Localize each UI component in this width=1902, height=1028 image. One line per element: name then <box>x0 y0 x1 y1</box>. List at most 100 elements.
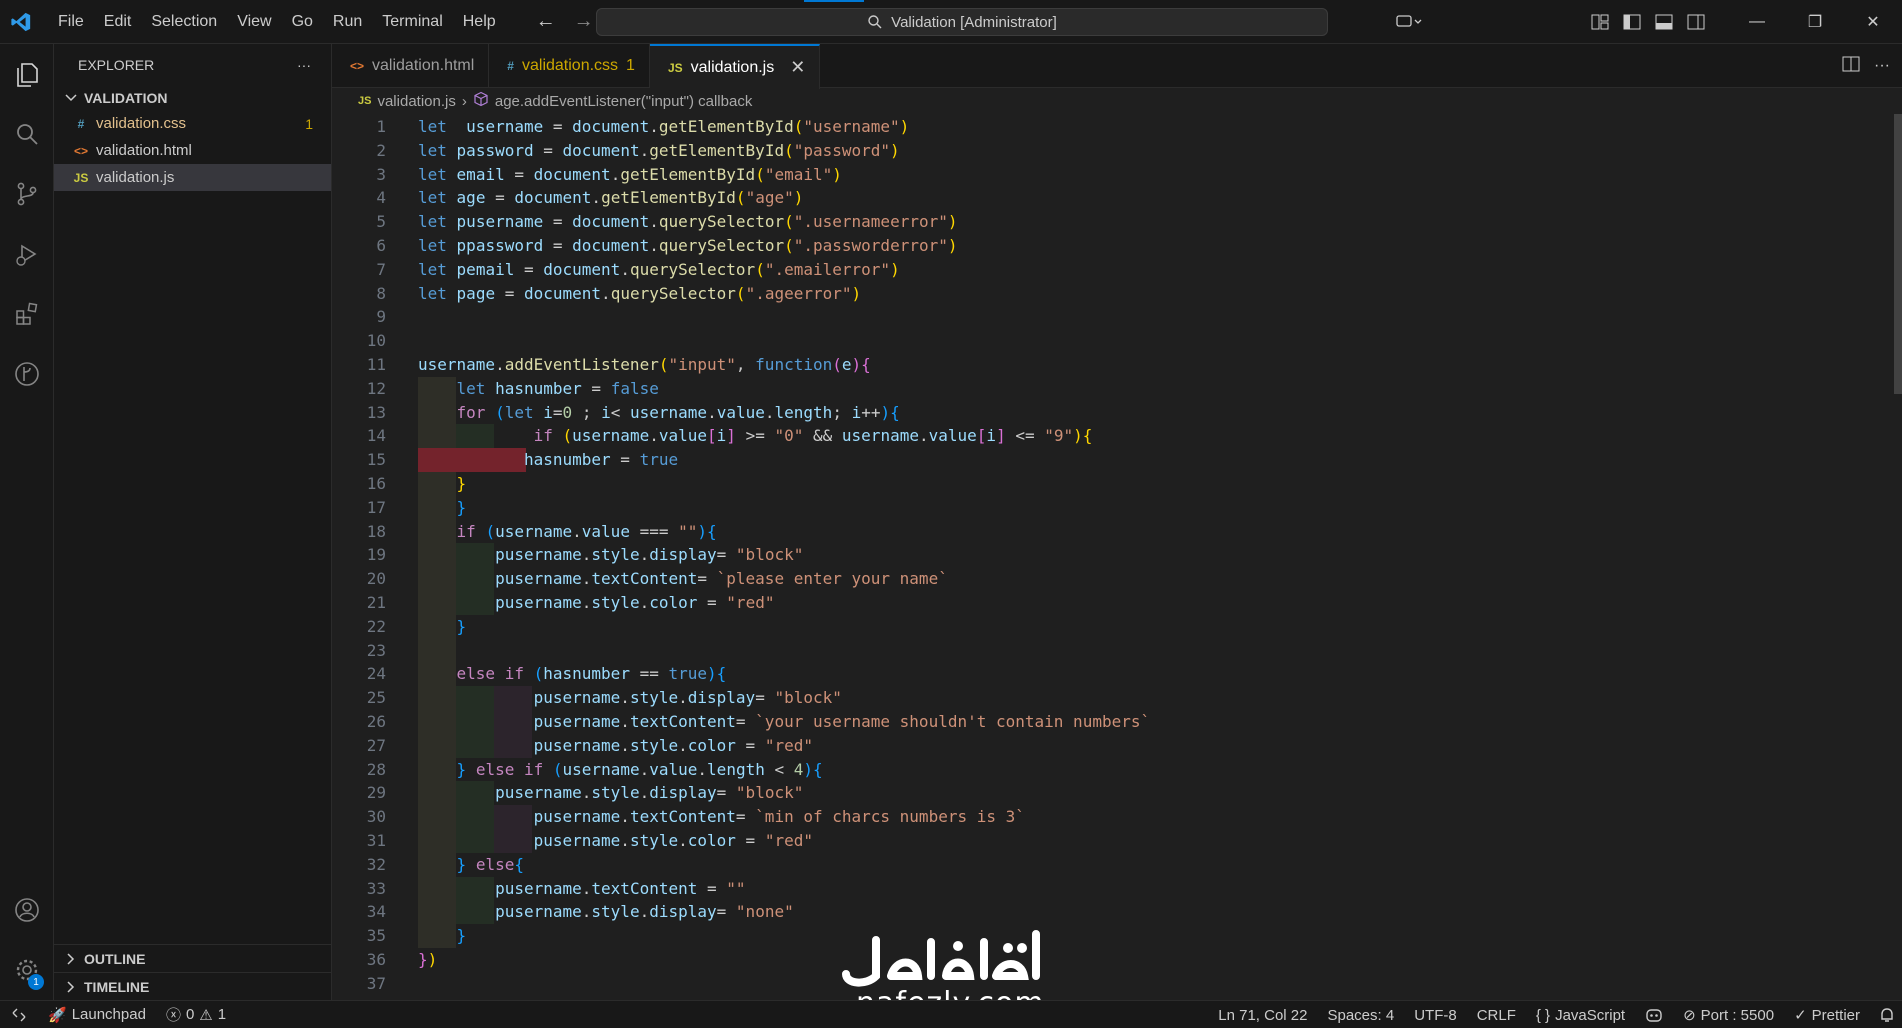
watermark-arabic-logo-icon <box>842 930 1040 987</box>
remote-indicator[interactable] <box>0 1001 38 1028</box>
tab-validation-js[interactable]: JS validation.js ✕ <box>649 44 821 89</box>
copilot-status-icon[interactable] <box>1635 1001 1673 1028</box>
code-line: 14 if (username.value[i] >= "0" && usern… <box>332 424 1892 449</box>
code-token: page <box>456 283 496 303</box>
encoding[interactable]: UTF-8 <box>1404 1001 1467 1028</box>
code-token: true <box>639 450 679 470</box>
tab-validation-html[interactable]: <> validation.html <box>332 44 490 88</box>
source-control-icon[interactable] <box>0 164 54 224</box>
scrollbar-thumb[interactable] <box>1894 114 1902 394</box>
code-token: ( <box>784 212 794 232</box>
code-token: "" <box>678 521 698 541</box>
code-token: [ <box>707 426 717 446</box>
code-token: "block" <box>735 783 804 803</box>
code-text: if (username.value === ""){ <box>418 520 717 544</box>
vertical-scrollbar[interactable] <box>1894 114 1902 1000</box>
language-mode[interactable]: { } JavaScript <box>1526 1001 1635 1028</box>
code-token: if <box>533 426 553 446</box>
toggle-panel-icon[interactable] <box>1648 0 1680 44</box>
code-line: 21 pusername.style.color = "red" <box>332 591 1892 615</box>
timeline-section[interactable]: TIMELINE <box>54 972 332 1000</box>
tab-label: validation.html <box>372 57 475 74</box>
extensions-icon[interactable] <box>0 284 54 344</box>
file-item[interactable]: # validation.css 1 <box>54 110 331 137</box>
code-token: username <box>841 426 919 446</box>
code-token: ".usernameerror" <box>793 212 948 232</box>
menu-file[interactable]: File <box>48 0 94 44</box>
manage-gear-icon[interactable]: 1 <box>0 940 54 1000</box>
menu-edit[interactable]: Edit <box>94 0 142 44</box>
code-token: ) <box>1073 426 1083 446</box>
code-token: "block" <box>774 688 842 708</box>
code-token: . <box>649 426 659 446</box>
search-icon[interactable] <box>0 104 54 164</box>
file-item[interactable]: <> validation.html <box>54 137 331 164</box>
code-token: `please enter your name` <box>716 569 948 589</box>
menu-help[interactable]: Help <box>453 0 506 44</box>
line-number: 26 <box>366 712 386 731</box>
menu-terminal[interactable]: Terminal <box>372 0 452 44</box>
toggle-primary-sidebar-icon[interactable] <box>1616 0 1648 44</box>
file-item[interactable]: JS validation.js <box>54 164 331 191</box>
cursor-position[interactable]: Ln 71, Col 22 <box>1208 1001 1317 1028</box>
close-icon[interactable]: ✕ <box>790 57 805 78</box>
more-actions-icon[interactable]: ··· <box>1874 57 1890 75</box>
code-text: let hasnumber = false <box>418 377 659 401</box>
command-center-search[interactable]: Validation [Administrator] <box>596 8 1328 36</box>
prettier-label: Prettier <box>1811 1006 1860 1024</box>
file-name: validation.css <box>96 115 187 132</box>
code-editor[interactable]: 1 let username = document.getElementById(… <box>332 114 1902 1000</box>
title-bar: File Edit Selection View Go Run Terminal… <box>0 0 1902 44</box>
customize-layout-icon[interactable] <box>1584 0 1616 44</box>
outline-section[interactable]: OUTLINE <box>54 944 332 972</box>
launchpad-item[interactable]: 🚀 Launchpad <box>38 1001 156 1028</box>
code-line: 19 pusername.style.display= "block" <box>332 543 1892 568</box>
live-server-port[interactable]: ⊘ Port : 5500 <box>1673 1001 1784 1028</box>
explorer-icon[interactable] <box>0 44 54 104</box>
line-number: 24 <box>366 664 386 684</box>
project-folder-header[interactable]: VALIDATION <box>54 86 331 110</box>
code-token: ) <box>793 188 804 208</box>
toggle-secondary-sidebar-icon[interactable] <box>1680 0 1712 44</box>
code-token: hasnumber <box>523 450 611 470</box>
minimize-icon[interactable]: — <box>1728 0 1786 44</box>
restore-icon[interactable]: ❐ <box>1786 0 1844 44</box>
menu-go[interactable]: Go <box>282 0 323 44</box>
menu-selection[interactable]: Selection <box>141 0 227 44</box>
end-of-line[interactable]: CRLF <box>1467 1001 1526 1028</box>
code-token: "password" <box>793 140 891 160</box>
prettier-status[interactable]: ✓ Prettier <box>1784 1001 1870 1028</box>
code-line: 9 <box>332 305 1892 329</box>
menu-view[interactable]: View <box>227 0 281 44</box>
code-token: ) <box>851 283 862 303</box>
forward-arrow-icon[interactable]: → <box>574 10 594 33</box>
copilot-chat-icon[interactable] <box>1384 0 1434 44</box>
notifications-bell-icon[interactable] <box>1870 1001 1902 1028</box>
run-and-debug-icon[interactable] <box>0 224 54 284</box>
code-token: = <box>697 593 727 612</box>
code-token: display <box>649 545 717 565</box>
code-token: "" <box>726 878 746 898</box>
code-token: document <box>533 164 611 184</box>
problems-indicator[interactable]: ⓧ 0 ⚠ 1 <box>156 1001 236 1028</box>
breadcrumb-file[interactable]: validation.js <box>377 93 455 110</box>
more-actions-icon[interactable]: ··· <box>297 57 311 73</box>
git-graph-icon[interactable] <box>0 344 54 404</box>
menu-run[interactable]: Run <box>323 0 372 44</box>
indentation[interactable]: Spaces: 4 <box>1317 1001 1404 1028</box>
tab-validation-css[interactable]: # validation.css 1 <box>489 44 650 88</box>
split-editor-icon[interactable] <box>1842 56 1860 76</box>
accounts-icon[interactable] <box>0 880 54 940</box>
code-token: . <box>678 735 688 755</box>
html-file-icon: <> <box>350 59 365 73</box>
breadcrumb-symbol[interactable]: age.addEventListener("input") callback <box>495 93 752 110</box>
back-arrow-icon[interactable]: ← <box>536 10 556 33</box>
code-token: ) <box>427 950 438 969</box>
status-bar-right: Ln 71, Col 22 Spaces: 4 UTF-8 CRLF { } J… <box>1208 1001 1902 1028</box>
navigation-arrows: ← → <box>536 10 594 33</box>
close-window-icon[interactable]: ✕ <box>1844 0 1902 44</box>
